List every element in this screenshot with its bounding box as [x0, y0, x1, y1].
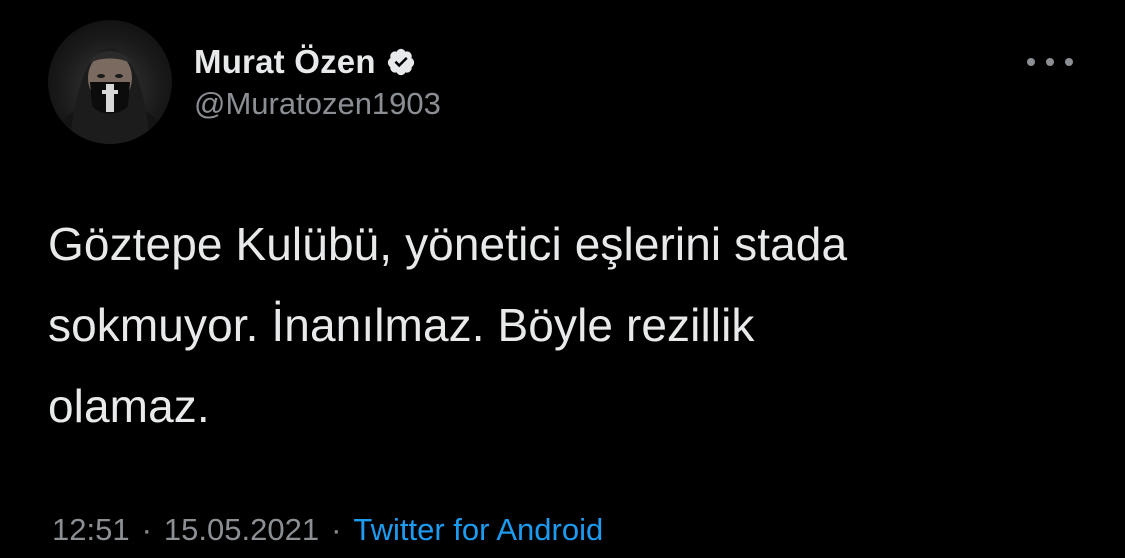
- tweet-metadata: 12:51 · 15.05.2021 · Twitter for Android: [52, 512, 603, 548]
- author-handle[interactable]: @Muratozen1903: [194, 86, 441, 122]
- more-options-icon[interactable]: [1027, 50, 1073, 74]
- more-dot: [1046, 58, 1054, 66]
- more-dot: [1065, 58, 1073, 66]
- tweet-date[interactable]: 15.05.2021: [164, 512, 319, 548]
- author-display-name[interactable]: Murat Özen: [194, 43, 376, 81]
- meta-separator: ·: [141, 512, 152, 547]
- tweet-detail: Murat Özen @Muratozen1903 Göztepe Kulübü…: [0, 0, 1125, 558]
- verified-badge-icon: [386, 47, 416, 77]
- meta-separator: ·: [331, 512, 342, 547]
- tweet-time[interactable]: 12:51: [52, 512, 130, 548]
- avatar-image: [50, 48, 170, 144]
- tweet-source-link[interactable]: Twitter for Android: [353, 512, 603, 548]
- tweet-text: Göztepe Kulübü, yönetici eşlerini stada …: [48, 218, 848, 432]
- author-name-row: Murat Özen: [194, 38, 416, 86]
- avatar[interactable]: [48, 20, 172, 144]
- more-dot: [1027, 58, 1035, 66]
